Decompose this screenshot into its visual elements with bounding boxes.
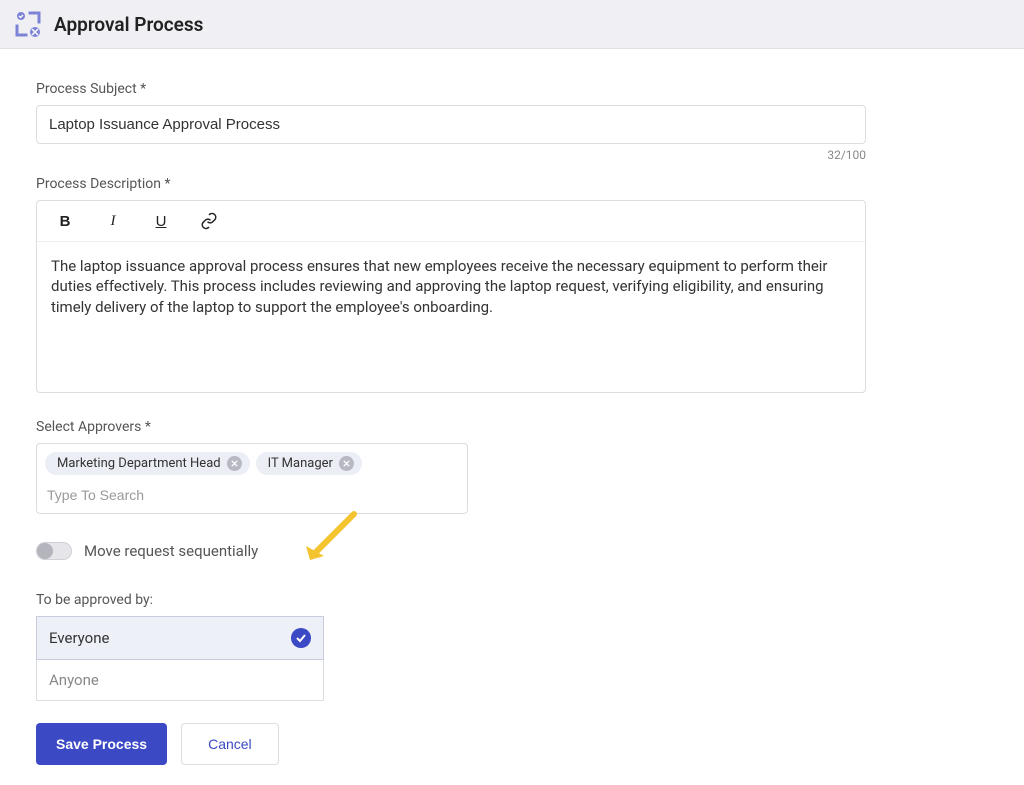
subject-input[interactable]	[36, 105, 866, 144]
approver-chip: IT Manager	[256, 452, 362, 475]
page-title: Approval Process	[54, 13, 203, 36]
form-actions: Save Process Cancel	[36, 723, 934, 765]
subject-label: Process Subject *	[36, 81, 934, 97]
approvers-label: Select Approvers *	[36, 419, 934, 435]
option-label: Anyone	[49, 671, 99, 689]
underline-button[interactable]: U	[151, 211, 171, 231]
subject-counter: 32/100	[36, 148, 866, 162]
sequential-row: Move request sequentially	[36, 542, 934, 560]
rte-toolbar: B I U	[37, 201, 865, 242]
form-content: Process Subject * 32/100 Process Descrip…	[0, 49, 970, 785]
description-label: Process Description *	[36, 176, 934, 192]
chip-label: IT Manager	[268, 456, 333, 471]
chip-label: Marketing Department Head	[57, 456, 221, 471]
remove-chip-icon[interactable]	[339, 456, 354, 471]
option-label: Everyone	[49, 629, 109, 647]
remove-chip-icon[interactable]	[227, 456, 242, 471]
check-icon	[291, 628, 311, 648]
approver-chip: Marketing Department Head	[45, 452, 250, 475]
annotation-arrow-icon	[296, 508, 366, 578]
description-editor: B I U The laptop issuance approval proce…	[36, 200, 866, 393]
approvers-search-input[interactable]	[45, 481, 459, 509]
approved-by-label: To be approved by:	[36, 592, 934, 608]
approvers-box[interactable]: Marketing Department Head IT Manager	[36, 443, 468, 514]
approval-icon	[14, 10, 42, 38]
sequential-label: Move request sequentially	[84, 542, 258, 560]
link-button[interactable]	[199, 211, 219, 231]
page-header: Approval Process	[0, 0, 1024, 49]
option-everyone[interactable]: Everyone	[36, 616, 324, 660]
italic-button[interactable]: I	[103, 211, 123, 231]
cancel-button[interactable]: Cancel	[181, 723, 279, 765]
approved-by-options: Everyone Anyone	[36, 616, 324, 701]
bold-button[interactable]: B	[55, 211, 75, 231]
description-body[interactable]: The laptop issuance approval process ens…	[37, 242, 865, 392]
option-anyone[interactable]: Anyone	[36, 660, 324, 701]
toggle-knob	[37, 543, 53, 559]
sequential-toggle[interactable]	[36, 542, 72, 560]
save-button[interactable]: Save Process	[36, 723, 167, 765]
